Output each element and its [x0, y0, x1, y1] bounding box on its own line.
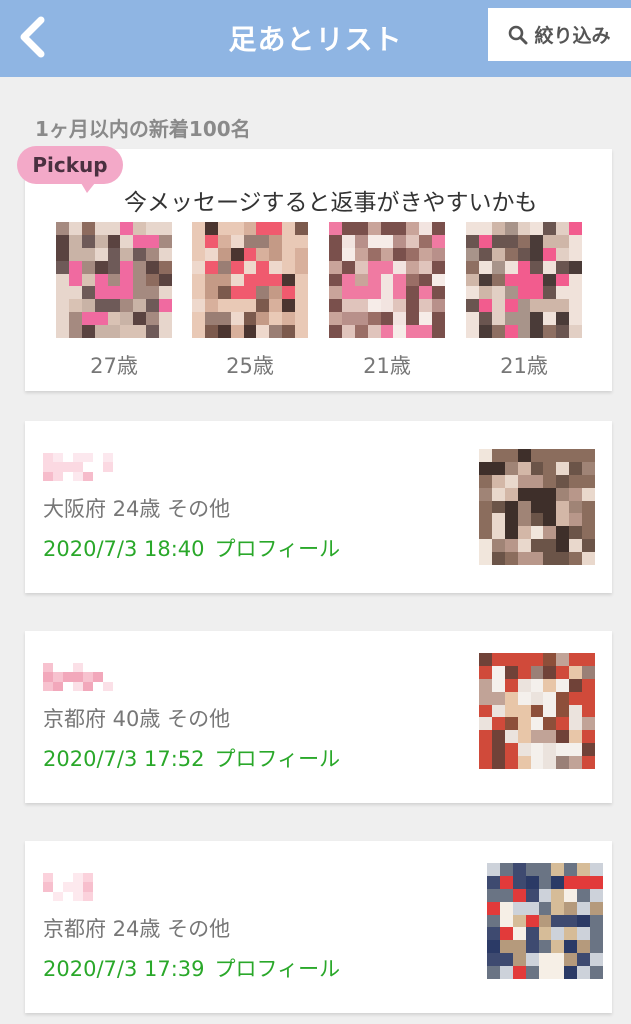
blurred-username [43, 453, 113, 481]
profile-link[interactable]: プロフィール [215, 747, 341, 771]
footprint-timestamp: 2020/7/3 17:39 [43, 957, 205, 981]
pixelated-image [479, 653, 595, 769]
filter-label: 絞り込み [534, 25, 611, 47]
section-label: 1ヶ月以内の新着100名 [35, 117, 251, 141]
pixelated-image [479, 449, 595, 565]
footprint-list-item[interactable]: 京都府 24歳 その他 2020/7/3 17:39 プロフィール [25, 841, 612, 1013]
profile-link[interactable]: プロフィール [215, 537, 341, 561]
footprint-list-item[interactable]: 京都府 40歳 その他 2020/7/3 17:52 プロフィール [25, 631, 612, 803]
footprint-meta: 京都府 24歳 その他 [43, 917, 231, 941]
pickup-user-age: 21歳 [500, 354, 548, 378]
footprint-timestamp: 2020/7/3 17:52 [43, 747, 205, 771]
pickup-user-age: 27歳 [90, 354, 138, 378]
pickup-user-avatar[interactable] [329, 222, 445, 338]
pickup-user-age: 21歳 [363, 354, 411, 378]
filter-button[interactable]: 絞り込み [488, 8, 631, 61]
footprint-time-row: 2020/7/3 17:52 プロフィール [43, 743, 340, 773]
pixelated-image [56, 222, 172, 338]
footprint-avatar[interactable] [479, 653, 595, 769]
app-header: 足あとリスト 絞り込み [0, 0, 631, 77]
footprint-list-item[interactable]: 大阪府 24歳 その他 2020/7/3 18:40 プロフィール [25, 421, 612, 593]
pixelated-image [487, 863, 603, 979]
pixelated-image [466, 222, 582, 338]
pixelated-image [192, 222, 308, 338]
pixelated-image [43, 663, 113, 691]
footprint-time-row: 2020/7/3 17:39 プロフィール [43, 953, 340, 983]
pickup-badge: Pickup [17, 146, 123, 193]
footprint-meta: 大阪府 24歳 その他 [43, 497, 231, 521]
pickup-user-avatar[interactable] [466, 222, 582, 338]
pickup-user-avatar[interactable] [56, 222, 172, 338]
footprint-timestamp: 2020/7/3 18:40 [43, 537, 205, 561]
footprint-avatar[interactable] [487, 863, 603, 979]
footprint-avatar[interactable] [479, 449, 595, 565]
blurred-username [43, 663, 113, 691]
pixelated-image [43, 453, 113, 481]
pickup-message: 今メッセージすると返事がきやすいかも [124, 190, 538, 216]
footprint-time-row: 2020/7/3 18:40 プロフィール [43, 533, 340, 563]
pixelated-image [43, 873, 113, 901]
profile-link[interactable]: プロフィール [215, 957, 341, 981]
footprint-meta: 京都府 40歳 その他 [43, 707, 231, 731]
blurred-username [43, 873, 113, 901]
pickup-user-age: 25歳 [226, 354, 274, 378]
search-icon [509, 25, 528, 44]
pixelated-image [329, 222, 445, 338]
pickup-user-avatar[interactable] [192, 222, 308, 338]
